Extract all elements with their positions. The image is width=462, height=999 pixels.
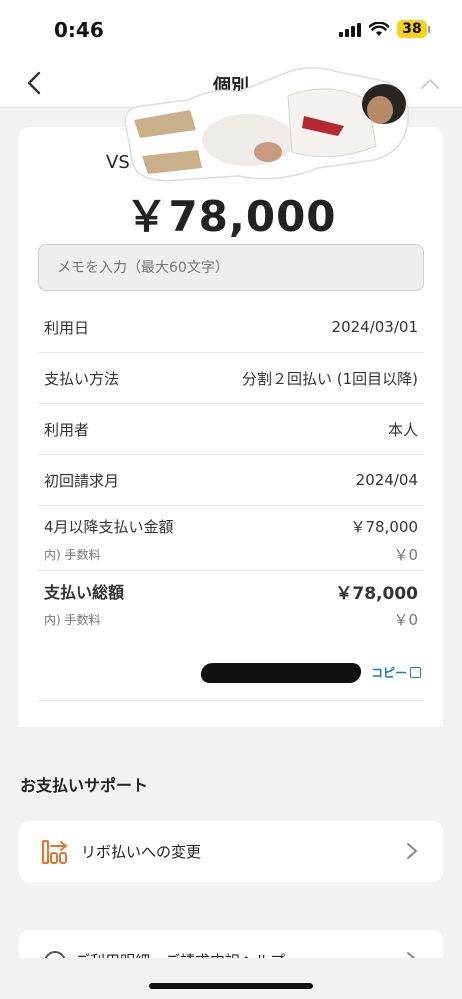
- row-after-april: 4月以降支払い金額 ￥78,000 内) 手数料 ￥0: [38, 506, 424, 571]
- fee-value: ￥0: [393, 545, 418, 564]
- row-label: 初回請求月: [44, 471, 120, 490]
- status-icons: 38: [339, 20, 430, 38]
- battery-level: 38: [397, 20, 427, 38]
- support-section-title: お支払いサポート: [20, 776, 149, 795]
- bottom-safe-area: [0, 958, 462, 999]
- fee-value: ￥0: [393, 610, 418, 629]
- chevron-up-icon[interactable]: [416, 70, 444, 98]
- row-value: 分割２回払い (1回目以降): [241, 369, 418, 388]
- row-total: 支払い総額 ￥78,000 内) 手数料 ￥0: [38, 571, 424, 635]
- revolving-payment-icon: [42, 840, 67, 864]
- cellular-signal-icon: [339, 21, 361, 37]
- row-label: 支払い方法: [44, 369, 120, 388]
- row-value: 2024/03/01: [331, 318, 418, 336]
- home-indicator[interactable]: [149, 983, 313, 989]
- status-bar: 0:46 38: [0, 0, 462, 62]
- card-torn-edge: [19, 718, 443, 727]
- row-label: 4月以降支払い金額: [44, 517, 174, 536]
- row-value: 本人: [387, 420, 418, 439]
- fee-label: 内) 手数料: [44, 547, 101, 562]
- revolving-change-button[interactable]: リボ払いへの変更: [19, 821, 443, 882]
- row-usage-date: 利用日 2024/03/01: [38, 302, 424, 353]
- detail-rows: 利用日 2024/03/01 支払い方法 分割２回払い (1回目以降) 利用者 …: [38, 302, 424, 635]
- row-label: 利用者: [44, 420, 90, 439]
- detail-number-line: コピー: [199, 661, 425, 685]
- chevron-right-icon: [407, 843, 418, 859]
- support-item-label: リボ払いへの変更: [81, 843, 202, 861]
- row-value: 2024/04: [355, 471, 418, 489]
- fee-label: 内) 手数料: [44, 612, 101, 627]
- row-label: 利用日: [44, 318, 90, 337]
- sticker-image: [124, 67, 409, 182]
- statement-card: VS ￥78,000 利用日 2024/03/01 支払い方法 分割２回払い (…: [19, 127, 443, 727]
- row-value: ￥78,000: [350, 517, 419, 536]
- copy-icon: [410, 667, 421, 678]
- row-payment-method: 支払い方法 分割２回払い (1回目以降): [38, 353, 424, 404]
- copy-button[interactable]: コピー: [371, 664, 421, 681]
- battery-icon: 38: [397, 20, 430, 38]
- statement-amount: ￥78,000: [125, 192, 337, 241]
- copy-label: コピー: [370, 666, 407, 680]
- memo-input[interactable]: [38, 244, 424, 291]
- status-time: 0:46: [54, 18, 104, 42]
- row-user: 利用者 本人: [38, 404, 424, 455]
- row-first-billing-month: 初回請求月 2024/04: [38, 455, 424, 506]
- redaction-scribble: [199, 663, 363, 683]
- wifi-icon: [369, 21, 389, 36]
- total-value: ￥78,000: [335, 583, 418, 604]
- divider: [38, 700, 424, 701]
- total-label: 支払い総額: [44, 583, 125, 602]
